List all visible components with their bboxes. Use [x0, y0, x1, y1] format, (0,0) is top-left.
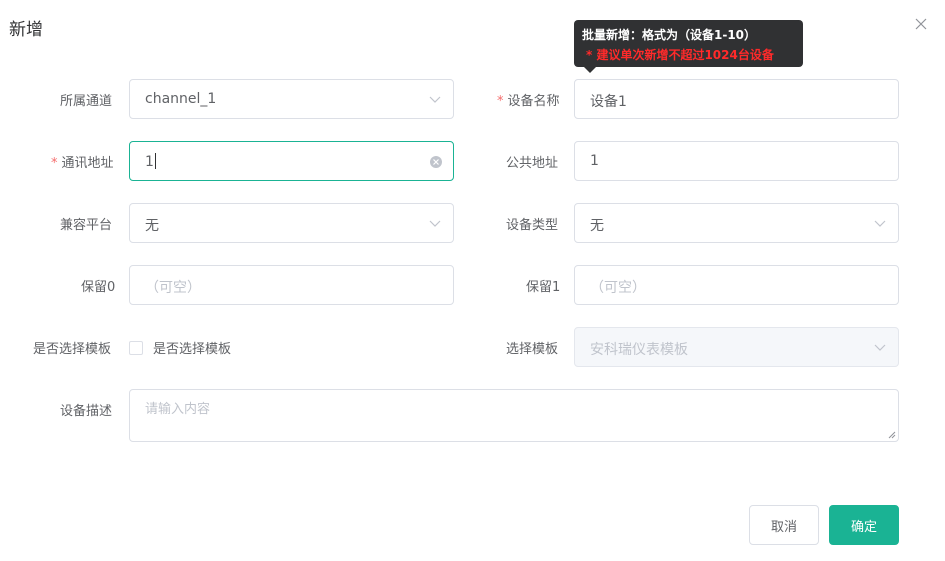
platform-value: 无: [145, 218, 159, 234]
checkbox-box[interactable]: [129, 340, 143, 355]
reserved0-input[interactable]: （可空）: [129, 265, 454, 305]
tooltip-warning-text: * 建议单次新增不超过1024台设备: [586, 48, 774, 62]
template-select: 安科瑞仪表模板: [574, 327, 899, 367]
description-textarea[interactable]: 请输入内容: [129, 389, 899, 442]
public-address-label: 公共地址: [506, 156, 559, 171]
description-placeholder: 请输入内容: [145, 402, 211, 417]
batch-add-tooltip: 批量新增：格式为（设备1-10） * 建议单次新增不超过1024台设备: [574, 20, 803, 67]
reserved1-input[interactable]: （可空）: [574, 265, 899, 305]
comm-address-label: * 通讯地址: [51, 156, 114, 171]
device-name-value: 设备1: [590, 94, 627, 110]
use-template-checkbox[interactable]: 是否选择模板: [129, 338, 231, 357]
reserved0-label: 保留0: [81, 280, 116, 295]
platform-select[interactable]: 无: [129, 203, 454, 243]
chevron-down-icon: [429, 96, 441, 103]
reserved1-label: 保留1: [526, 280, 561, 295]
channel-select[interactable]: channel_1: [129, 79, 454, 119]
channel-value: channel_1: [145, 91, 217, 107]
confirm-button[interactable]: 确定: [829, 505, 899, 545]
tooltip-format-text: 批量新增：格式为（设备1-10）: [582, 28, 757, 42]
checkbox-label: 是否选择模板: [153, 342, 232, 357]
reserved0-placeholder: （可空）: [145, 280, 201, 296]
close-icon[interactable]: [913, 16, 929, 32]
use-template-label: 是否选择模板: [33, 342, 112, 357]
resize-handle-icon[interactable]: [888, 431, 896, 439]
channel-label: 所属通道: [60, 94, 113, 109]
device-name-input[interactable]: 设备1: [574, 79, 899, 119]
clear-icon[interactable]: [429, 155, 443, 169]
public-address-input[interactable]: 1: [574, 141, 899, 181]
comm-address-input[interactable]: 1: [129, 141, 454, 181]
chevron-down-icon: [429, 220, 441, 227]
platform-label: 兼容平台: [60, 218, 113, 233]
template-value: 安科瑞仪表模板: [590, 342, 688, 358]
public-address-value: 1: [590, 153, 599, 169]
tooltip-arrow: [584, 67, 596, 73]
template-label: 选择模板: [506, 342, 559, 357]
reserved1-placeholder: （可空）: [590, 280, 646, 296]
chevron-down-icon: [874, 344, 886, 351]
comm-address-value: 1: [145, 153, 156, 170]
device-type-select[interactable]: 无: [574, 203, 899, 243]
chevron-down-icon: [874, 220, 886, 227]
cancel-button[interactable]: 取消: [749, 505, 819, 545]
dialog-title: 新增: [9, 20, 43, 40]
text-cursor: [154, 153, 156, 169]
description-label: 设备描述: [60, 404, 113, 419]
device-type-value: 无: [590, 218, 604, 234]
device-type-label: 设备类型: [506, 218, 559, 233]
device-name-label: * 设备名称: [497, 94, 560, 109]
